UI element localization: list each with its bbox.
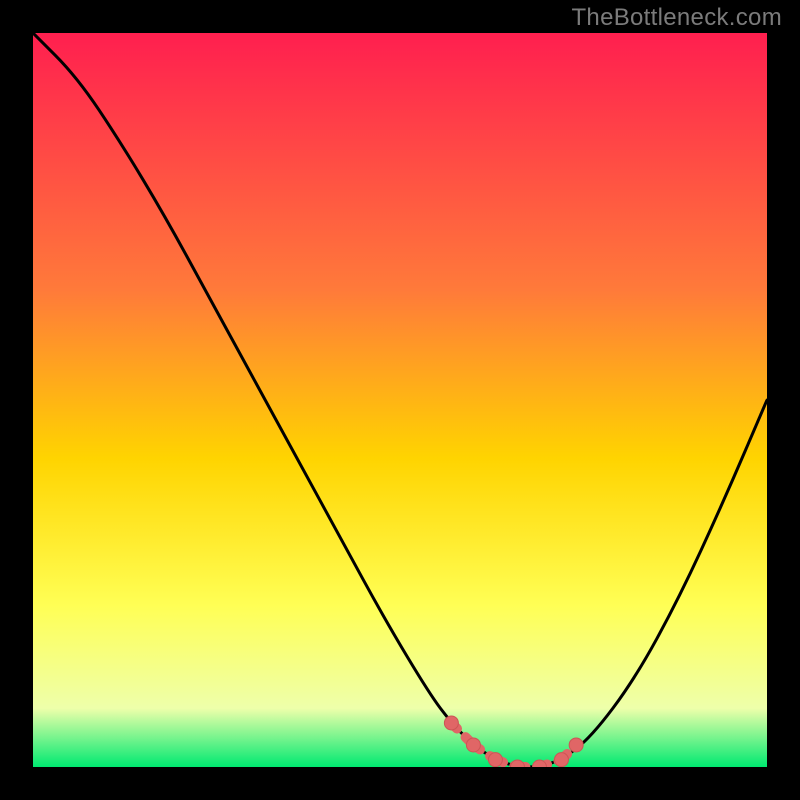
watermark-text: TheBottleneck.com xyxy=(571,4,782,32)
gradient-background xyxy=(33,33,767,767)
marker-dot xyxy=(444,716,458,730)
marker-dot xyxy=(554,753,568,767)
bottleneck-chart xyxy=(33,33,767,767)
marker-dot xyxy=(569,738,583,752)
chart-frame: TheBottleneck.com xyxy=(0,0,800,800)
plot-area xyxy=(33,33,767,767)
marker-dot xyxy=(488,753,502,767)
marker-dot xyxy=(466,738,480,752)
